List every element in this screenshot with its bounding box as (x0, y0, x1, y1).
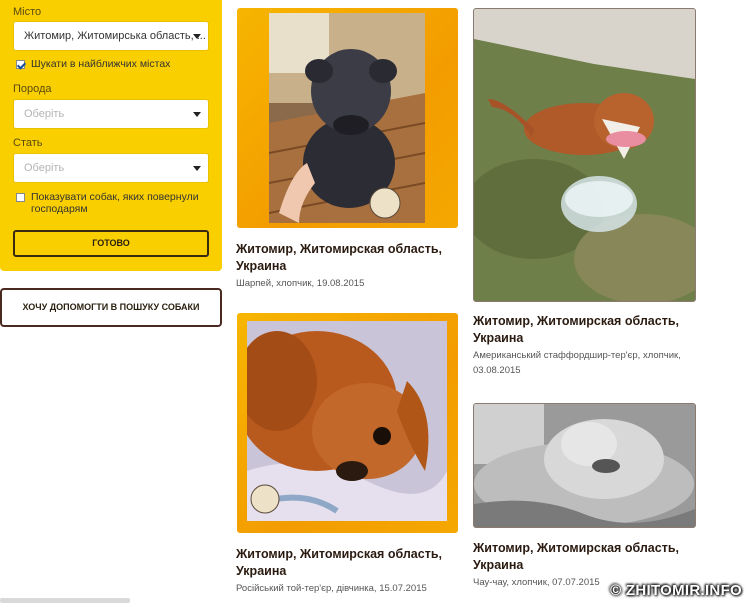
returned-dogs-label: Показувати собак, яких повернули господа… (31, 191, 199, 215)
sex-select[interactable]: Оберіть (13, 153, 209, 183)
card-title[interactable]: Житомир, Житомирская область, Украина (236, 546, 456, 580)
dog-photo-frame[interactable] (237, 313, 458, 533)
city-select-value: Житомир, Житомирська область, ... (24, 30, 206, 42)
sex-select-placeholder: Оберіть (24, 162, 65, 174)
city-select[interactable]: Житомир, Житомирська область, ... (13, 21, 209, 51)
returned-dogs-option[interactable]: Показувати собак, яких повернули господа… (16, 191, 206, 215)
horizontal-scrollbar[interactable] (0, 598, 130, 603)
help-search-button[interactable]: ХОЧУ ДОПОМОГТИ В ПОШУКУ СОБАКИ (0, 288, 222, 327)
dog-photo-staffordshire (474, 9, 695, 301)
dog-photo-toy-terrier (247, 321, 447, 521)
breed-select-placeholder: Оберіть (24, 108, 65, 120)
dog-photo-sharpei (269, 13, 425, 223)
dog-photo-chow-chow (474, 404, 695, 527)
card-title[interactable]: Житомир, Житомирская область, Украина (473, 540, 703, 574)
dog-photo-frame[interactable] (473, 403, 696, 528)
nearby-cities-checkbox[interactable] (16, 60, 25, 69)
done-button[interactable]: ГОТОВО (13, 230, 209, 257)
card-title[interactable]: Житомир, Житомирская область, Украина (473, 313, 703, 347)
dog-photo-frame[interactable] (237, 8, 458, 228)
returned-dogs-checkbox[interactable] (16, 193, 25, 202)
chevron-down-icon (193, 112, 201, 117)
chevron-down-icon (193, 34, 201, 39)
card-meta: Американський стаффордшир-тер'єр, хлопчи… (473, 350, 681, 376)
card-meta: Російський той-тер'єр, дівчинка, 15.07.2… (236, 583, 427, 594)
nearby-cities-label: Шукати в найближчих містах (31, 58, 171, 70)
breed-select[interactable]: Оберіть (13, 99, 209, 129)
card-meta: Шарпей, хлопчик, 19.08.2015 (236, 278, 365, 289)
nearby-cities-option[interactable]: Шукати в найближчих містах (16, 58, 170, 70)
site-watermark: © ZHITOMIR.INFO (610, 582, 742, 599)
dog-photo-frame[interactable] (473, 8, 696, 302)
chevron-down-icon (193, 166, 201, 171)
filter-panel: Місто Житомир, Житомирська область, ... … (0, 0, 222, 271)
breed-label: Порода (13, 83, 52, 95)
city-label: Місто (13, 6, 42, 18)
sex-label: Стать (13, 137, 43, 149)
card-title[interactable]: Житомир, Житомирская область, Украина (236, 241, 456, 275)
card-meta: Чау-чау, хлопчик, 07.07.2015 (473, 577, 600, 588)
